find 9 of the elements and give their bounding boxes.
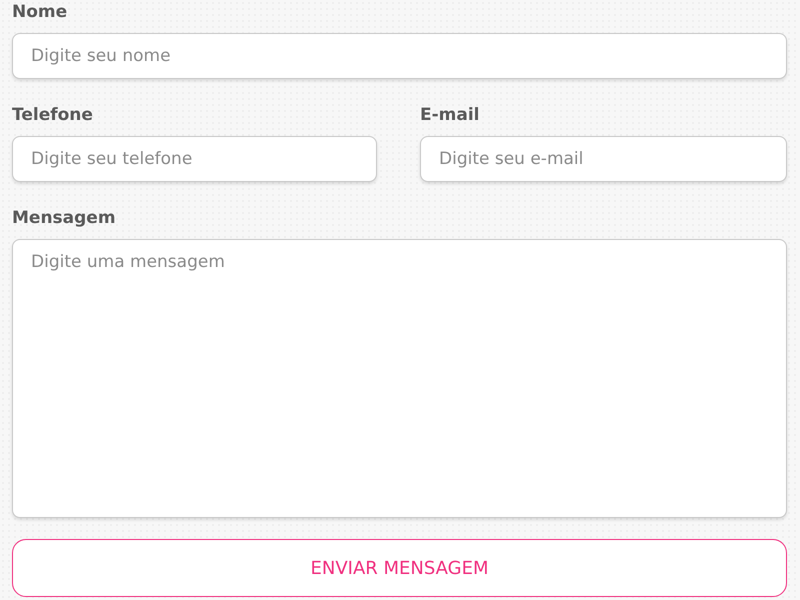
message-field[interactable]: Digite uma mensagem — [12, 239, 787, 518]
field-label: E-mail — [420, 104, 481, 127]
input-field[interactable]: Digite seu telefone — [12, 136, 377, 182]
send-button[interactable]: ENVIAR MENSAGEM — [12, 539, 787, 597]
input-field[interactable]: Digite seu e-mail — [420, 136, 787, 182]
field-label: Mensagem — [12, 207, 117, 230]
input-field[interactable]: Digite seu nome — [12, 33, 787, 79]
field-label: Nome — [12, 1, 68, 24]
field-label: Telefone — [12, 104, 94, 127]
